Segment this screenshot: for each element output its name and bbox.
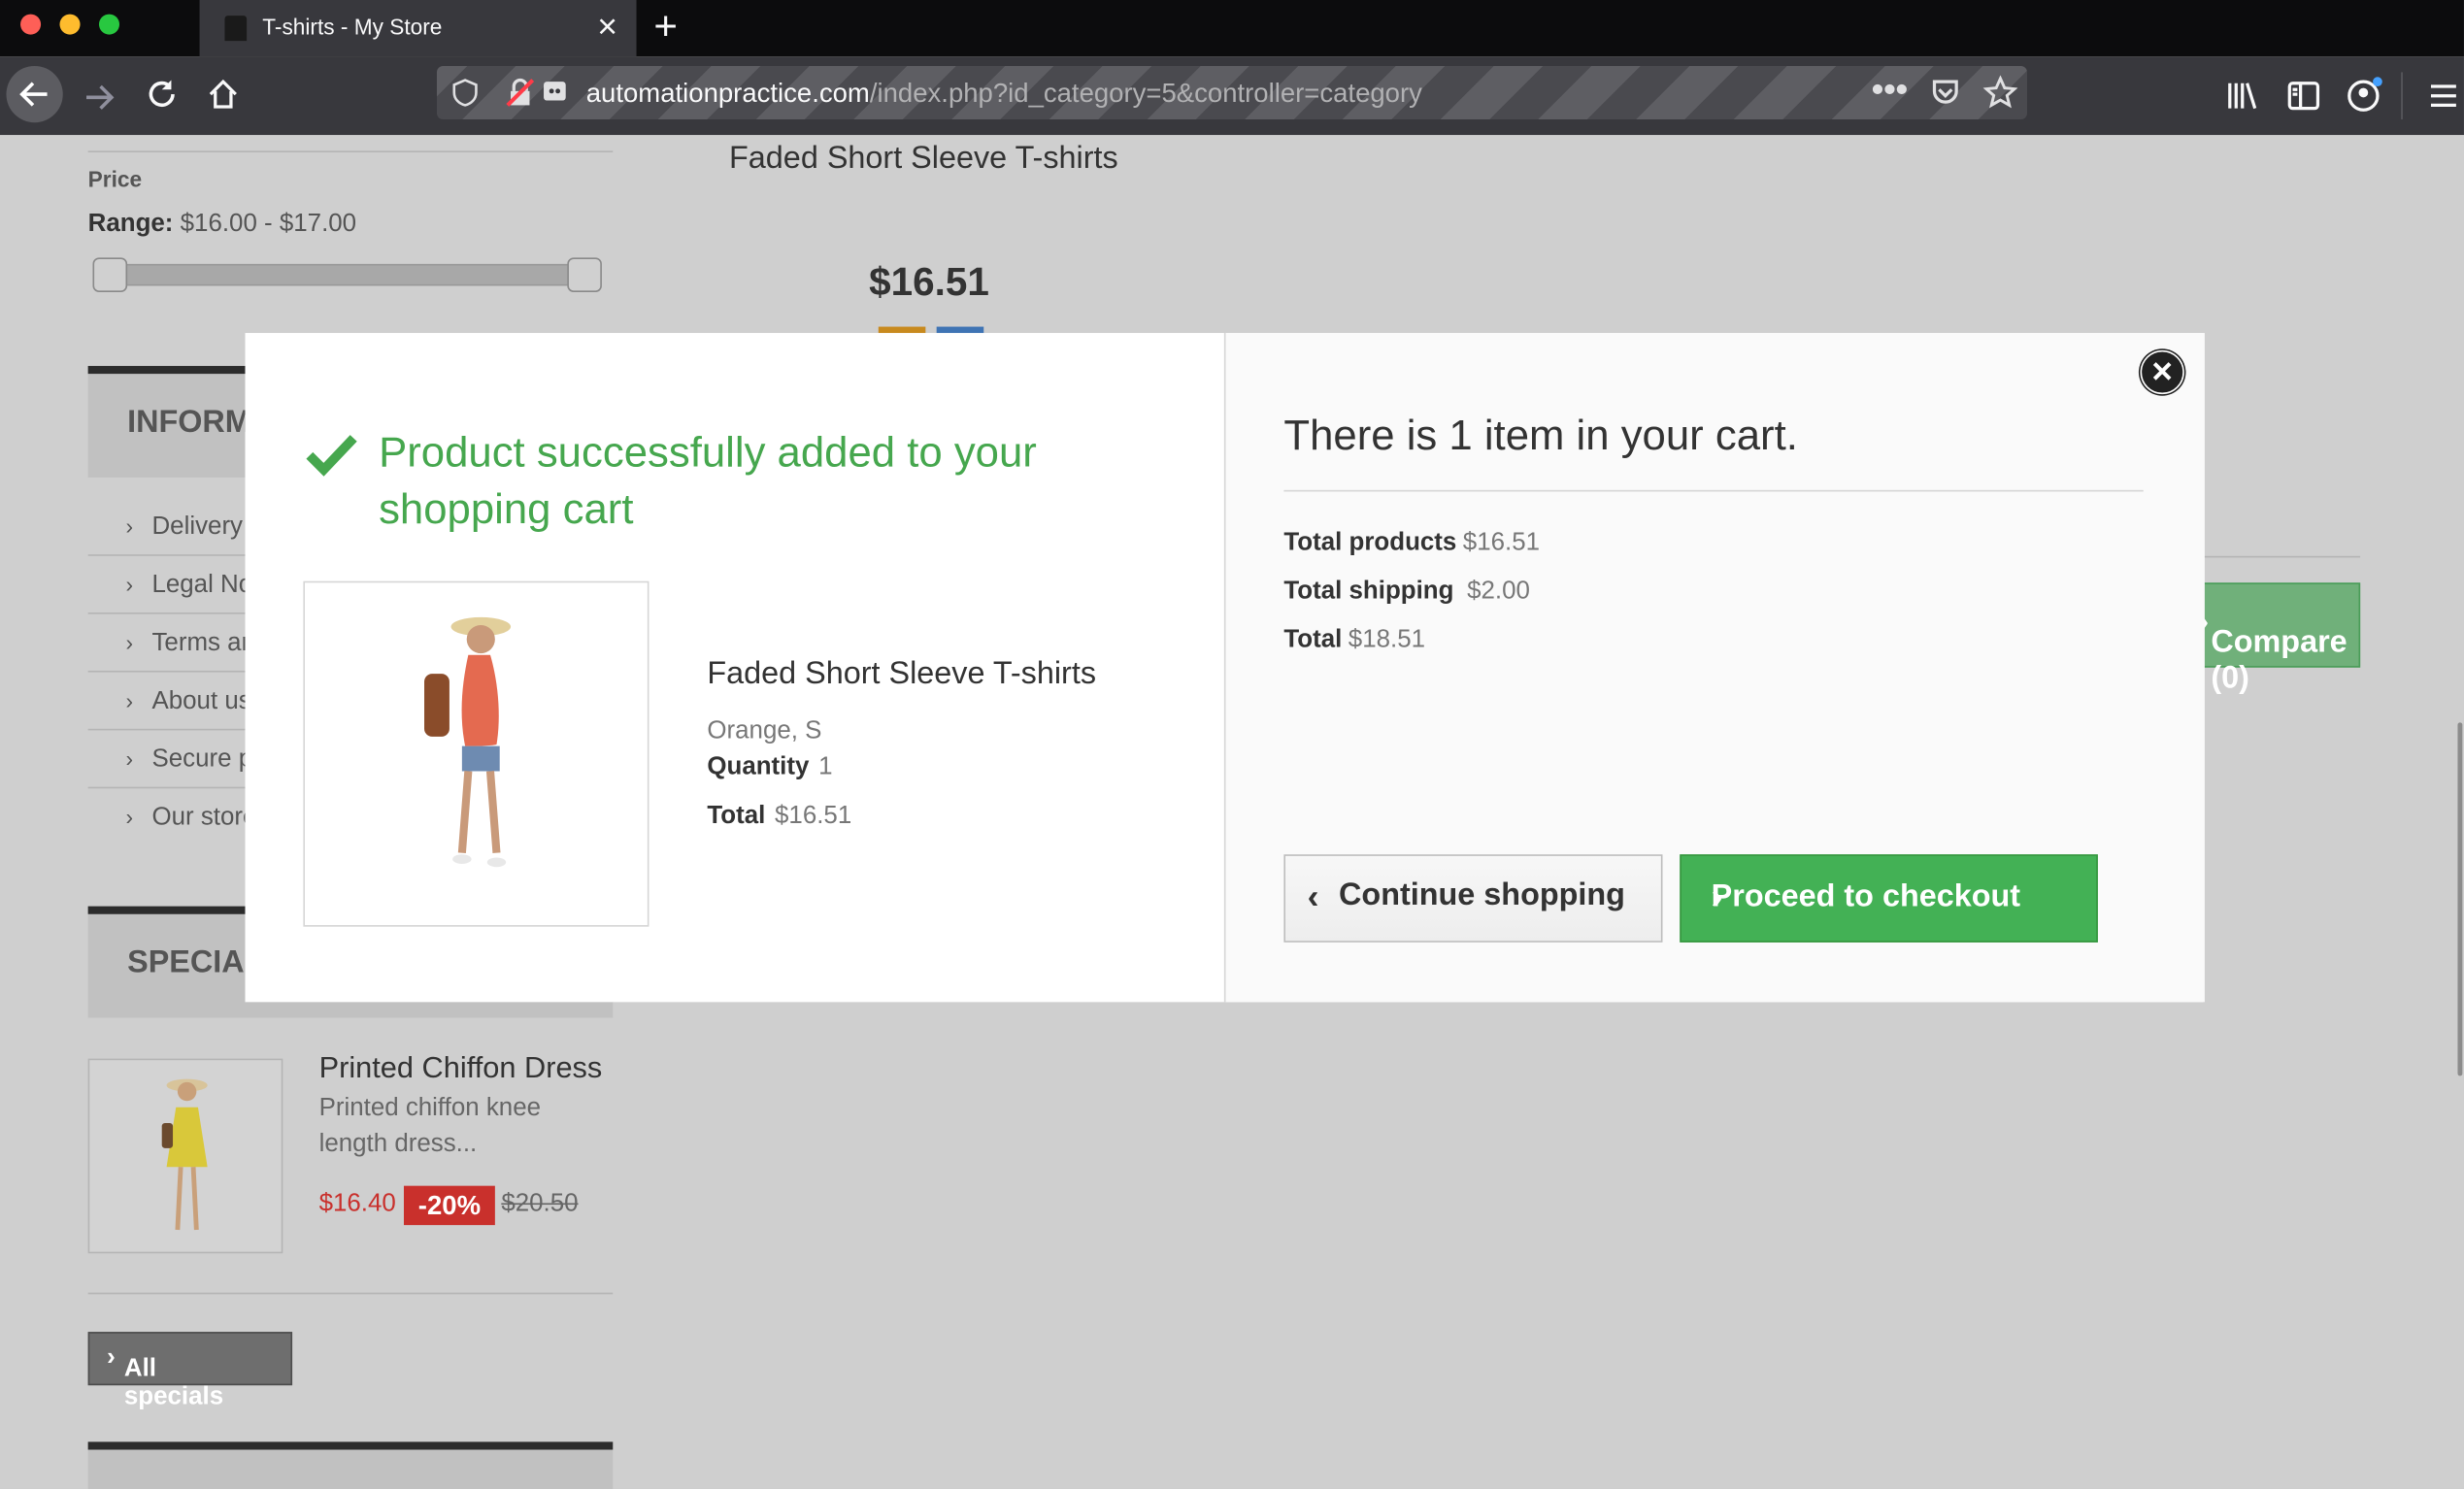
url-text: automationpractice.com/index.php?id_cate…	[585, 78, 1422, 109]
special-product-description: Printed chiffon knee length dress...	[318, 1094, 542, 1158]
tab-favicon-icon	[224, 16, 248, 42]
sidebar-toggle-icon[interactable]	[2286, 79, 2321, 114]
menu-icon[interactable]	[2428, 81, 2459, 112]
cart-total: Total $18.51	[1283, 626, 1426, 654]
product-price: $16.51	[869, 260, 989, 305]
special-old-price: $20.50	[501, 1190, 579, 1218]
window-zoom-button[interactable]	[98, 14, 120, 35]
account-icon[interactable]	[2347, 76, 2384, 114]
add-to-cart-modal: Product successfully added to your shopp…	[245, 333, 2205, 1003]
modal-product-name: Faded Short Sleeve T-shirts	[707, 656, 1097, 691]
cart-summary: ✕ There is 1 item in your cart. Total pr…	[1223, 333, 2205, 1003]
close-modal-button[interactable]: ✕	[2140, 349, 2184, 395]
divider	[1283, 489, 2144, 492]
browser-navbar: automationpractice.com/index.php?id_cate…	[0, 56, 2464, 136]
toolbar-separator	[2401, 72, 2403, 119]
chevron-right-icon: ›	[125, 745, 134, 772]
chevron-right-icon: ›	[1711, 876, 1723, 916]
forward-arrow-icon[interactable]	[82, 81, 117, 116]
permissions-icon[interactable]	[541, 77, 569, 105]
checkmark-icon	[306, 435, 357, 477]
chevron-right-icon: ›	[125, 571, 134, 597]
chevron-right-icon: ›	[125, 804, 134, 830]
browser-tab-bar: T-shirts - My Store × +	[0, 0, 2464, 57]
insecure-lock-icon[interactable]	[505, 77, 536, 108]
continue-shopping-button[interactable]: ‹ Continue shopping	[1283, 854, 1663, 943]
chevron-right-icon: ›	[125, 513, 134, 540]
dress-model-image	[161, 1078, 208, 1231]
proceed-to-checkout-button[interactable]: Proceed to checkout ›	[1680, 854, 2098, 943]
info-link-about[interactable]: › About us	[125, 688, 250, 716]
divider	[87, 1292, 614, 1295]
special-product-image[interactable]	[87, 1058, 283, 1254]
price-filter-heading: Price	[87, 166, 143, 192]
browser-tab[interactable]: T-shirts - My Store ×	[199, 0, 637, 57]
back-button[interactable]	[6, 65, 63, 123]
all-specials-button[interactable]: All specials ›	[87, 1332, 293, 1410]
price-range: Range: $16.00 - $17.00	[87, 210, 357, 238]
product-attributes: Orange, S	[707, 717, 822, 744]
price-range-slider[interactable]	[92, 257, 602, 292]
product-title[interactable]: Faded Short Sleeve T-shirts	[729, 142, 1118, 178]
product-quantity: Quantity 1	[707, 753, 833, 781]
url-bar[interactable]: automationpractice.com/index.php?id_cate…	[436, 65, 2027, 119]
page-scrollbar[interactable]	[2457, 722, 2463, 1076]
home-icon[interactable]	[206, 77, 241, 112]
total-products: Total products $16.51	[1283, 529, 1541, 556]
divider	[2183, 555, 2361, 558]
page-actions-icon[interactable]: •••	[1872, 69, 1908, 110]
compare-button[interactable]: Compare (0) ›	[2183, 582, 2361, 696]
chevron-right-icon: ›	[125, 687, 134, 713]
bookmark-star-icon[interactable]	[1982, 75, 2018, 111]
back-arrow-icon	[19, 82, 48, 107]
success-message: Product successfully added to your shopp…	[379, 428, 1037, 533]
t-shirt-model-image	[424, 616, 512, 868]
special-price: $16.40	[318, 1190, 396, 1218]
chevron-right-icon: ›	[125, 629, 134, 655]
tab-close-icon[interactable]: ×	[597, 6, 617, 47]
tab-title: T-shirts - My Store	[262, 14, 443, 40]
shield-icon[interactable]	[451, 79, 480, 107]
total-shipping: Total shipping $2.00	[1283, 578, 1530, 605]
special-product-name[interactable]: Printed Chiffon Dress	[319, 1052, 603, 1087]
chevron-left-icon: ‹	[1307, 876, 1319, 916]
slider-min-handle[interactable]	[92, 257, 128, 292]
window-close-button[interactable]	[20, 14, 42, 35]
discount-badge: -20%	[403, 1185, 495, 1226]
pocket-icon[interactable]	[1930, 77, 1961, 108]
reload-icon[interactable]	[145, 77, 180, 112]
next-block-title	[87, 1441, 614, 1489]
slider-max-handle[interactable]	[567, 257, 602, 292]
window-minimize-button[interactable]	[59, 14, 81, 35]
product-total: Total $16.51	[707, 802, 852, 830]
library-icon[interactable]	[2225, 79, 2260, 114]
cart-count-title: There is 1 item in your cart.	[1283, 411, 1798, 459]
divider	[87, 150, 614, 152]
new-tab-button[interactable]: +	[653, 2, 678, 50]
product-image	[303, 580, 649, 927]
info-link-delivery[interactable]: › Delivery	[125, 513, 243, 542]
